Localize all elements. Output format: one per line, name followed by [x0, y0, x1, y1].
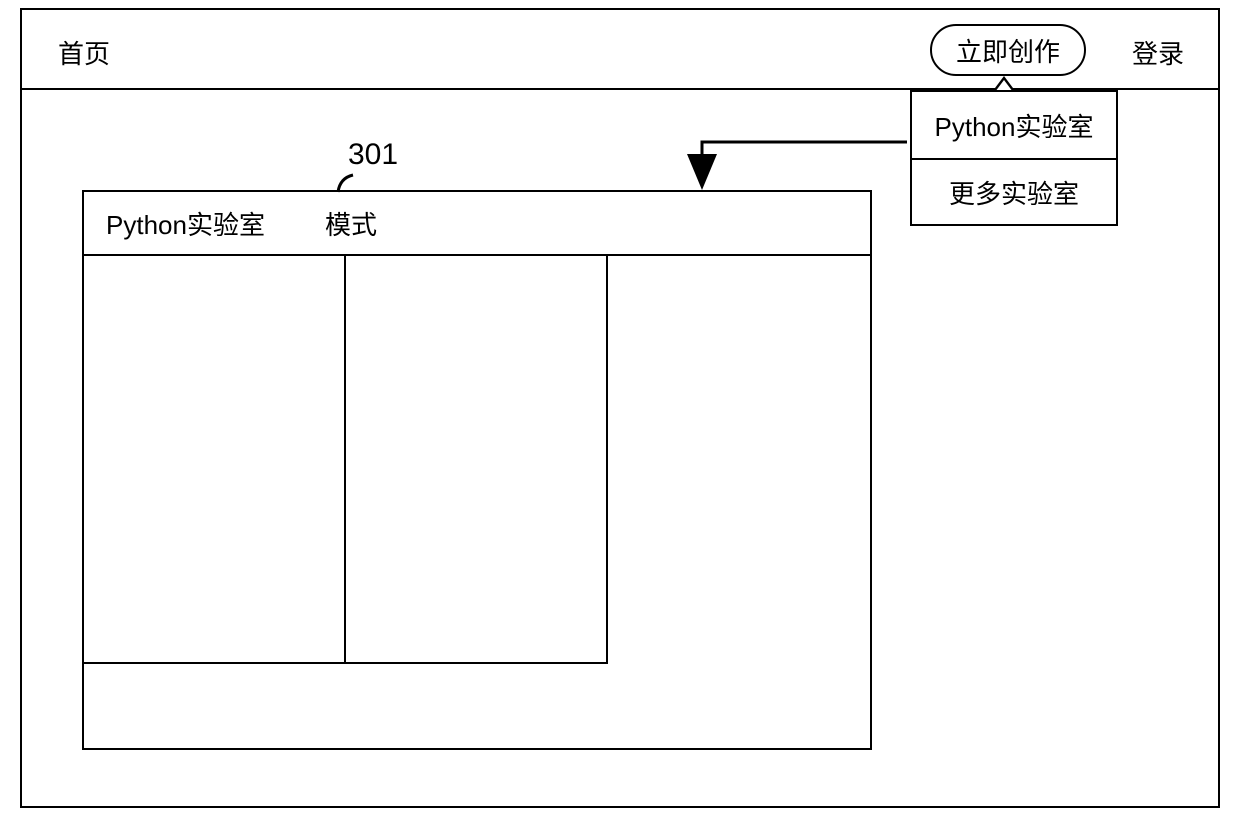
lab-panel: Python实验室 模式: [82, 190, 872, 750]
panel-row-divider: [84, 662, 608, 664]
create-button-label: 立即创作: [956, 32, 1060, 69]
create-dropdown: Python实验室 更多实验室: [910, 90, 1118, 226]
login-link[interactable]: 登录: [1132, 34, 1184, 71]
lab-panel-title: Python实验室: [106, 205, 265, 242]
create-button[interactable]: 立即创作: [930, 24, 1086, 76]
dropdown-item-label: Python实验室: [935, 107, 1094, 144]
panel-column-divider: [344, 256, 346, 662]
dropdown-item-python-lab[interactable]: Python实验室: [912, 92, 1116, 158]
dropdown-item-more-labs[interactable]: 更多实验室: [912, 158, 1116, 224]
app-frame: 首页 立即创作 登录 Python实验室 更多实验室 Python实验室 模式: [20, 8, 1220, 808]
top-bar: 首页 立即创作 登录: [22, 10, 1218, 90]
lab-panel-body: [84, 256, 870, 748]
lab-panel-header: Python实验室 模式: [84, 192, 870, 256]
dropdown-item-label: 更多实验室: [949, 174, 1079, 211]
panel-column-divider: [606, 256, 608, 662]
lab-panel-mode-label[interactable]: 模式: [325, 205, 377, 242]
home-link[interactable]: 首页: [58, 34, 110, 71]
callout-number-301: 301: [348, 138, 398, 172]
